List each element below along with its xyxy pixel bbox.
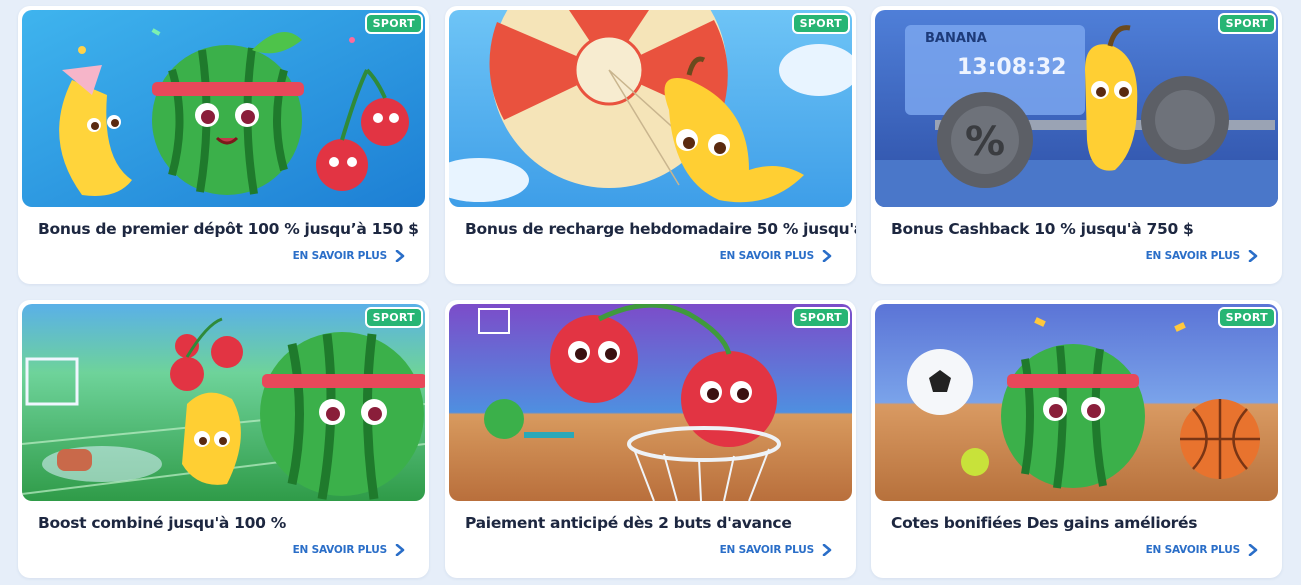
- promo-title: Bonus Cashback 10 % jusqu'à 750 $: [891, 220, 1194, 238]
- svg-text:%: %: [965, 119, 1005, 165]
- sport-badge: SPORT: [1219, 309, 1274, 326]
- promo-card-combo-boost[interactable]: SPORT Boost combiné jusqu'à 100 % EN SAV…: [18, 300, 429, 578]
- promo-card-cashback[interactable]: BANANA 13:08:32 % SPORT Bonus Cashback 1…: [871, 6, 1282, 284]
- learn-more-label: EN SAVOIR PLUS: [1145, 544, 1241, 556]
- sport-badge: SPORT: [1219, 15, 1274, 32]
- learn-more-link[interactable]: EN SAVOIR PLUS: [293, 250, 405, 262]
- learn-more-label: EN SAVOIR PLUS: [292, 544, 388, 556]
- learn-more-link[interactable]: EN SAVOIR PLUS: [293, 544, 405, 556]
- learn-more-label: EN SAVOIR PLUS: [719, 250, 815, 262]
- chevron-right-icon: [822, 544, 832, 556]
- promo-title: Bonus de recharge hebdomadaire 50 % jusq…: [465, 220, 856, 238]
- promo-title: Cotes bonifiées Des gains améliorés: [891, 514, 1198, 532]
- sport-badge: SPORT: [366, 15, 421, 32]
- promo-title: Boost combiné jusqu'à 100 %: [38, 514, 286, 532]
- chevron-right-icon: [395, 544, 405, 556]
- image-text-timer: 13:08:32: [957, 55, 1066, 80]
- learn-more-label: EN SAVOIR PLUS: [1145, 250, 1241, 262]
- promo-title: Bonus de premier dépôt 100 % jusqu’à 150…: [38, 220, 419, 238]
- learn-more-link[interactable]: EN SAVOIR PLUS: [720, 250, 832, 262]
- learn-more-link[interactable]: EN SAVOIR PLUS: [1146, 250, 1258, 262]
- promo-card-first-deposit[interactable]: SPORT Bonus de premier dépôt 100 % jusqu…: [18, 6, 429, 284]
- promo-image-fruits-soccer-field: [22, 304, 425, 501]
- sport-badge: SPORT: [366, 309, 421, 326]
- learn-more-label: EN SAVOIR PLUS: [292, 250, 388, 262]
- chevron-right-icon: [395, 250, 405, 262]
- chevron-right-icon: [1248, 544, 1258, 556]
- promo-image-banana-weightlifting: BANANA 13:08:32 %: [875, 10, 1278, 207]
- promo-card-early-payout[interactable]: SPORT Paiement anticipé dès 2 buts d'ava…: [445, 300, 856, 578]
- promo-card-boosted-odds[interactable]: SPORT Cotes bonifiées Des gains amélioré…: [871, 300, 1282, 578]
- promo-image-watermelon-banana-cherries: [22, 10, 425, 207]
- chevron-right-icon: [822, 250, 832, 262]
- promo-image-watermelon-balls: [875, 304, 1278, 501]
- sport-badge: SPORT: [793, 15, 848, 32]
- image-text-banana: BANANA: [925, 31, 987, 46]
- chevron-right-icon: [1248, 250, 1258, 262]
- promo-card-weekly-reload[interactable]: SPORT Bonus de recharge hebdomadaire 50 …: [445, 6, 856, 284]
- learn-more-link[interactable]: EN SAVOIR PLUS: [720, 544, 832, 556]
- promo-title: Paiement anticipé dès 2 buts d'avance: [465, 514, 792, 532]
- learn-more-label: EN SAVOIR PLUS: [719, 544, 815, 556]
- promo-image-banana-parachute: [449, 10, 852, 207]
- sport-badge: SPORT: [793, 309, 848, 326]
- promo-image-cherries-basketball: [449, 304, 852, 501]
- learn-more-link[interactable]: EN SAVOIR PLUS: [1146, 544, 1258, 556]
